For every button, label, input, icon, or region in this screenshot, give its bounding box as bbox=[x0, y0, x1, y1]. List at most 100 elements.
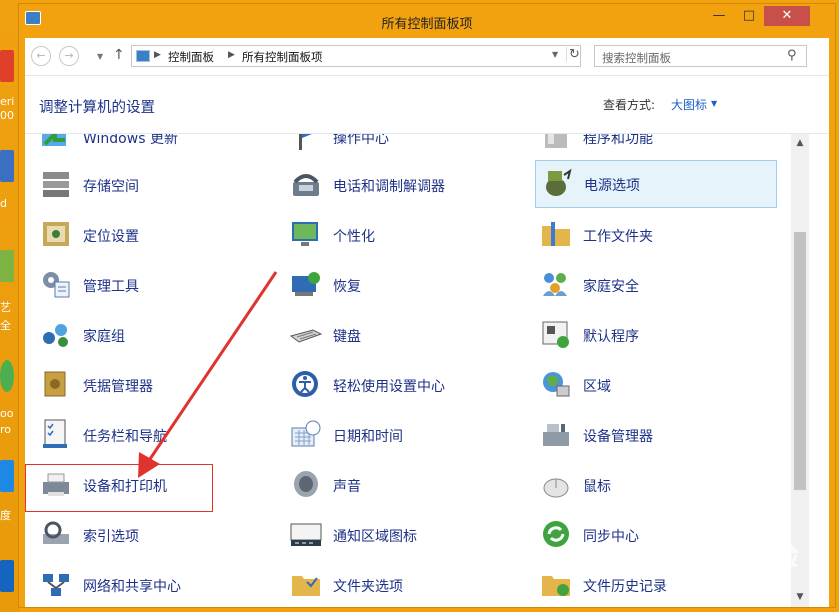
item-work-folders[interactable]: 工作文件夹 bbox=[535, 212, 777, 256]
item-notification-area-icons[interactable]: 通知区域图标 bbox=[285, 512, 527, 556]
breadcrumb-control-panel[interactable]: 控制面板 bbox=[168, 49, 214, 65]
item-label: 个性化 bbox=[333, 229, 375, 245]
location-settings-icon bbox=[43, 222, 69, 246]
item-label: 家庭安全 bbox=[583, 279, 639, 295]
item-label: 电源选项 bbox=[584, 178, 640, 194]
phone-modem-icon bbox=[293, 174, 319, 196]
power-options-icon bbox=[546, 168, 572, 196]
item-homegroup[interactable]: 家庭组 bbox=[35, 312, 277, 356]
maximize-button[interactable]: □ bbox=[737, 6, 761, 26]
search-box[interactable]: 搜索控制面板 ⚲ bbox=[594, 45, 807, 67]
default-programs-icon bbox=[542, 321, 569, 348]
desktop-shortcut-icon[interactable] bbox=[0, 250, 14, 282]
item-credential-manager[interactable]: 凭据管理器 bbox=[35, 362, 277, 406]
item-label: 同步中心 bbox=[583, 529, 639, 545]
item-phone-modem[interactable]: 电话和调制解调器 bbox=[285, 162, 527, 206]
item-location-settings[interactable]: 定位设置 bbox=[35, 212, 277, 256]
item-label: 默认程序 bbox=[583, 329, 639, 345]
item-label: 声音 bbox=[333, 479, 361, 495]
desktop-shortcut-label: 全 bbox=[0, 319, 11, 332]
item-windows-update[interactable]: Windows 更新 bbox=[35, 134, 277, 158]
control-panel-window: 所有控制面板项 — □ ✕ ← → ▼ ↑ ▶ 控制面板 ▶ 所有控制面板项 ▼… bbox=[18, 3, 836, 608]
item-label: 存储空间 bbox=[83, 179, 139, 195]
item-keyboard[interactable]: 键盘 bbox=[285, 312, 527, 356]
window-content: ← → ▼ ↑ ▶ 控制面板 ▶ 所有控制面板项 ▼ ↻ 搜索控制面板 ⚲ 调整… bbox=[25, 38, 829, 607]
recent-locations-dropdown-icon[interactable]: ▼ bbox=[97, 52, 103, 61]
item-folder-options[interactable]: 文件夹选项 bbox=[285, 562, 527, 606]
up-button[interactable]: ↑ bbox=[113, 47, 125, 63]
item-action-center[interactable]: 操作中心 bbox=[285, 134, 527, 158]
item-label: 工作文件夹 bbox=[583, 229, 653, 245]
back-button[interactable]: ← bbox=[31, 46, 51, 66]
desktop-shortcut-icon[interactable] bbox=[0, 150, 14, 182]
item-label: 电话和调制解调器 bbox=[333, 179, 445, 195]
homegroup-icon bbox=[43, 324, 68, 347]
scroll-down-icon[interactable]: ▼ bbox=[791, 592, 809, 602]
view-by-dropdown[interactable]: 大图标 bbox=[671, 96, 707, 113]
item-network-sharing[interactable]: 网络和共享中心 bbox=[35, 562, 277, 606]
item-family-safety[interactable]: 家庭安全 bbox=[535, 262, 777, 306]
close-button[interactable]: ✕ bbox=[764, 6, 810, 26]
scroll-thumb[interactable] bbox=[794, 232, 806, 490]
scroll-up-icon[interactable]: ▲ bbox=[791, 138, 809, 148]
item-label: 任务栏和导航 bbox=[83, 429, 167, 445]
refresh-icon[interactable]: ↻ bbox=[566, 47, 580, 62]
sound-speaker-icon bbox=[294, 471, 318, 497]
item-label: 键盘 bbox=[333, 329, 361, 345]
desktop-shortcut-label: d bbox=[0, 197, 7, 210]
item-admin-tools[interactable]: 管理工具 bbox=[35, 262, 277, 306]
item-personalization[interactable]: 个性化 bbox=[285, 212, 527, 256]
desktop-shortcut-label: 00 bbox=[0, 109, 14, 122]
personalization-icon bbox=[292, 222, 318, 246]
desktop-shortcut-icon[interactable] bbox=[0, 360, 14, 392]
address-bar[interactable]: ▶ 控制面板 ▶ 所有控制面板项 ▼ ↻ bbox=[131, 45, 581, 67]
item-label: 区域 bbox=[583, 379, 611, 395]
search-input[interactable]: 搜索控制面板 bbox=[602, 50, 671, 66]
item-label: 网络和共享中心 bbox=[83, 579, 181, 595]
item-sound[interactable]: 声音 bbox=[285, 462, 527, 506]
item-label: Windows 更新 bbox=[83, 134, 178, 147]
desktop-shortcut-icon[interactable] bbox=[0, 460, 14, 492]
address-dropdown-icon[interactable]: ▼ bbox=[552, 50, 558, 59]
item-label: 设备管理器 bbox=[583, 429, 653, 445]
baidu-watermark-logo: Bai du 经验 bbox=[645, 542, 799, 572]
item-mouse[interactable]: 鼠标 bbox=[535, 462, 777, 506]
breadcrumb-all-items[interactable]: 所有控制面板项 bbox=[242, 49, 323, 65]
mouse-icon bbox=[543, 478, 569, 498]
item-indexing-options[interactable]: 索引选项 bbox=[35, 512, 277, 556]
search-icon[interactable]: ⚲ bbox=[787, 48, 797, 63]
chevron-right-icon[interactable]: ▶ bbox=[228, 50, 235, 60]
forward-button[interactable]: → bbox=[59, 46, 79, 66]
desktop-shortcut-icon[interactable] bbox=[0, 50, 14, 82]
windows-update-icon bbox=[42, 134, 66, 146]
chevron-down-icon[interactable]: ▼ bbox=[711, 99, 717, 108]
item-date-time[interactable]: 日期和时间 bbox=[285, 412, 527, 456]
item-recovery[interactable]: 恢复 bbox=[285, 262, 527, 306]
desktop-shortcut-label: 艺 bbox=[0, 301, 11, 314]
item-taskbar-navigation[interactable]: 任务栏和导航 bbox=[35, 412, 277, 456]
highlight-box bbox=[25, 464, 213, 512]
credential-manager-icon bbox=[44, 371, 66, 397]
control-panel-icon bbox=[136, 50, 150, 62]
item-device-manager[interactable]: 设备管理器 bbox=[535, 412, 777, 456]
item-power-options[interactable]: 电源选项 bbox=[535, 160, 777, 208]
item-storage-spaces[interactable]: 存储空间 bbox=[35, 162, 277, 206]
view-by-label: 查看方式: bbox=[603, 98, 656, 112]
chevron-right-icon[interactable]: ▶ bbox=[154, 50, 161, 60]
item-programs-features[interactable]: 程序和功能 bbox=[535, 134, 777, 158]
baidu-watermark-url: jingyan.baidu.com bbox=[664, 578, 757, 589]
item-ease-of-access[interactable]: 轻松使用设置中心 bbox=[285, 362, 527, 406]
item-label: 文件历史记录 bbox=[583, 579, 667, 595]
title-bar[interactable]: 所有控制面板项 — □ ✕ bbox=[19, 4, 835, 37]
keyboard-icon bbox=[289, 329, 323, 343]
navigation-bar: ← → ▼ ↑ ▶ 控制面板 ▶ 所有控制面板项 ▼ ↻ 搜索控制面板 ⚲ bbox=[25, 38, 829, 76]
sync-center-icon bbox=[543, 521, 569, 547]
desktop-shortcut-icon[interactable] bbox=[0, 560, 14, 592]
work-folders-icon bbox=[542, 222, 570, 246]
item-label: 程序和功能 bbox=[583, 134, 653, 147]
desktop-shortcut-label: 度 bbox=[0, 509, 11, 522]
item-default-programs[interactable]: 默认程序 bbox=[535, 312, 777, 356]
network-sharing-icon bbox=[43, 574, 69, 596]
item-region[interactable]: 区域 bbox=[535, 362, 777, 406]
minimize-button[interactable]: — bbox=[707, 6, 731, 26]
